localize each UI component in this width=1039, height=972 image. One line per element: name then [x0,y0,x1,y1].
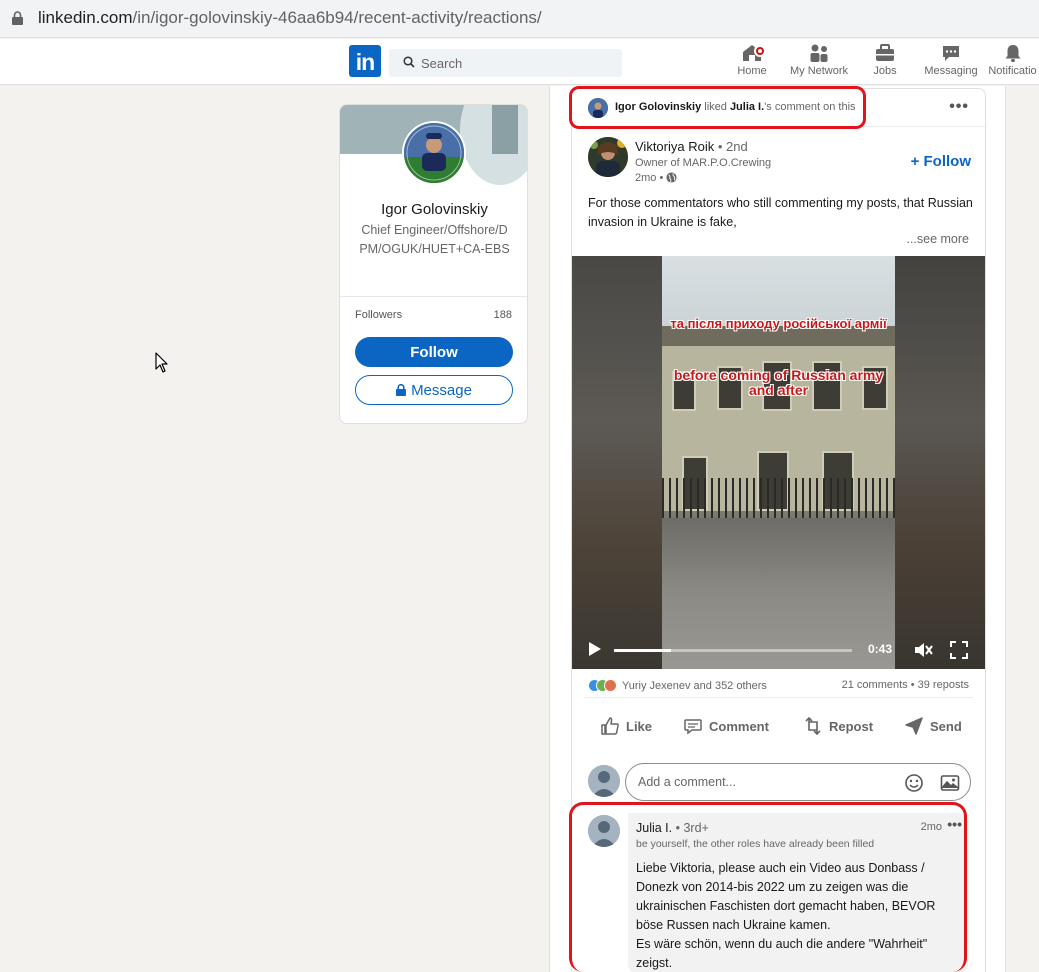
search-input[interactable] [421,49,616,77]
bell-icon [1005,45,1020,62]
nav-messaging[interactable]: Messaging [922,43,980,83]
profile-headline: Chief Engineer/Offshore/DPM/OGUK/HUET+CA… [359,223,510,256]
send-label: Send [930,719,962,734]
play-icon[interactable] [588,641,602,657]
messaging-icon [943,46,959,61]
nav-home[interactable]: Home [736,43,768,83]
repost-label: Repost [829,719,874,734]
video-controls: 0:43 [572,631,985,669]
comment-button[interactable]: Comment [683,716,769,736]
video-frame-fence [662,478,895,518]
comments-reposts-count[interactable]: 21 comments • 39 reposts [842,679,969,691]
url-domain: linkedin.com [38,8,133,27]
profile-card: Igor Golovinskiy Chief Engineer/Offshore… [339,104,528,424]
author-degree: • 2nd [714,139,748,154]
search-bar[interactable] [389,49,622,77]
message-button-label: Message [411,381,472,399]
nav-jobs[interactable]: Jobs [869,43,901,83]
like-icon [601,717,619,735]
video-time: 0:43 [868,642,893,656]
author-name-text: Viktoriya Roik [635,139,715,154]
message-button[interactable]: Message [355,375,513,405]
network-icon [810,44,828,62]
profile-avatar[interactable] [402,121,466,185]
nav-notifications-label: Notificatio [988,65,1037,77]
nav-jobs-label: Jobs [873,65,897,77]
post-time-text: 2mo • [635,172,664,184]
video-player[interactable]: та після приходу російської армії before… [572,256,985,669]
send-button[interactable]: Send [904,716,962,736]
repost-button[interactable]: Repost [803,716,873,736]
lock-icon [12,11,23,25]
comment-box[interactable] [625,763,971,801]
more-options-icon[interactable]: ••• [949,98,969,116]
nav-notifications[interactable]: Notificatio [986,43,1039,83]
highlight-comment [569,802,967,972]
url-text[interactable]: linkedin.com/in/igor-golovinskiy-46aa6b9… [38,8,542,28]
repost-icon [805,716,821,736]
reactions-summary[interactable]: Yuriy Jexenev and 352 others [588,679,767,692]
reactions-text: Yuriy Jexenev and 352 others [622,680,767,692]
fullscreen-icon[interactable] [950,641,968,659]
like-button[interactable]: Like [600,716,652,736]
post-text: For those commentators who still comment… [588,196,973,229]
comment-icon [684,719,702,735]
nav-messaging-label: Messaging [924,65,978,77]
url-path: /in/igor-golovinskiy-46aa6b94/recent-act… [132,8,542,27]
video-caption-en: before coming of Russian army and after [673,367,884,398]
followers-label: Followers [355,309,403,321]
follow-author-link[interactable]: + Follow [911,153,971,170]
nav-my-network-label: My Network [789,65,849,77]
nav-my-network[interactable]: My Network [787,43,851,83]
briefcase-icon [876,44,894,61]
video-caption-ua: та після приходу російської армії [670,316,887,331]
followers-count: 188 [493,309,512,321]
emoji-icon[interactable] [904,773,924,793]
divider [584,697,973,698]
comment-input[interactable] [638,764,888,800]
comment-label: Comment [709,719,769,734]
notification-badge [754,45,766,57]
profile-name[interactable]: Igor Golovinskiy [340,201,527,218]
image-icon[interactable] [940,773,960,793]
follow-button[interactable]: Follow [355,337,513,367]
globe-icon [666,172,677,183]
highlight-activity-header [569,86,866,129]
mouse-cursor-icon [155,352,168,373]
see-more-link[interactable]: ...see more [906,232,969,246]
linkedin-logo[interactable]: in [349,45,381,77]
like-label: Like [626,719,653,734]
search-icon [403,56,415,68]
post-time: 2mo • [635,172,677,184]
reaction-icons [588,679,617,692]
divider [340,296,527,297]
author-title: Owner of MAR.P.O.Crewing [635,157,772,169]
author-name[interactable]: Viktoriya Roik • 2nd [635,139,748,154]
current-user-avatar[interactable] [588,765,620,797]
send-icon [905,717,923,735]
author-avatar[interactable] [588,137,628,177]
mute-icon[interactable] [913,641,933,659]
top-nav: in Home My Network Jobs Messaging Notifi… [0,39,1039,85]
lock-icon [396,383,407,396]
nav-home-label: Home [737,65,767,77]
browser-url-bar[interactable]: linkedin.com/in/igor-golovinskiy-46aa6b9… [0,0,1039,38]
video-progress-bar[interactable] [614,649,852,652]
video-progress-fill [614,649,672,652]
